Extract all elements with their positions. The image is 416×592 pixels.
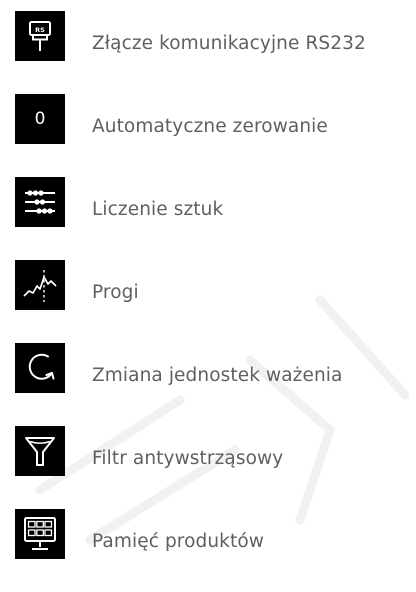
- feature-label-thresholds: Progi: [92, 282, 139, 303]
- feature-item-anti-vibration-filter: Filtr antywstrząsowy: [15, 426, 411, 509]
- feature-label-anti-vibration-filter: Filtr antywstrząsowy: [92, 448, 284, 469]
- product-memory-icon: [15, 509, 65, 559]
- feature-label-piece-counting: Liczenie sztuk: [92, 199, 224, 220]
- feature-label-product-memory: Pamięć produktów: [92, 531, 265, 552]
- filter-icon: [15, 426, 65, 476]
- feature-label-rs232: Złącze komunikacyjne RS232: [92, 33, 366, 54]
- rs232-connector-icon: RS: [15, 11, 65, 61]
- feature-item-unit-change: Zmiana jednostek ważenia: [15, 343, 411, 426]
- feature-item-auto-zero: 0 Automatyczne zerowanie: [15, 94, 411, 177]
- feature-item-product-memory: Pamięć produktów: [15, 509, 411, 592]
- feature-label-unit-change: Zmiana jednostek ważenia: [92, 365, 343, 386]
- feature-label-auto-zero: Automatyczne zerowanie: [92, 116, 328, 137]
- feature-item-thresholds: Progi: [15, 260, 411, 343]
- feature-item-rs232: RS Złącze komunikacyjne RS232: [15, 11, 411, 94]
- feature-list: RS Złącze komunikacyjne RS232 0 Automaty…: [15, 11, 411, 592]
- zero-glyph: 0: [34, 109, 46, 129]
- zero-icon: 0: [15, 94, 65, 144]
- thresholds-icon: [15, 260, 65, 310]
- feature-item-piece-counting: Liczenie sztuk: [15, 177, 411, 260]
- svg-text:RS: RS: [35, 26, 45, 34]
- unit-change-icon: [15, 343, 65, 393]
- piece-counting-icon: [15, 177, 65, 227]
